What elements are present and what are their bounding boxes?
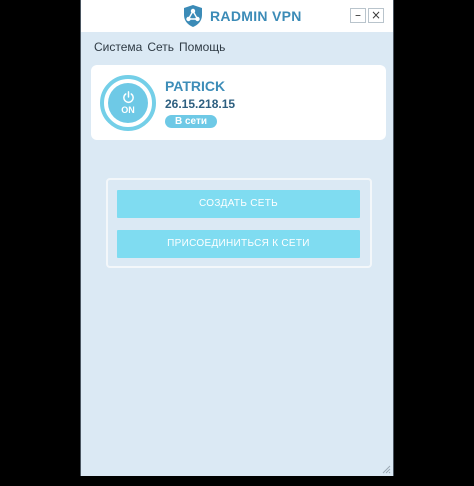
power-button-inner: ON: [108, 83, 148, 123]
join-network-button[interactable]: ПРИСОЕДИНИТЬСЯ К СЕТИ: [117, 230, 360, 258]
menu-item-help[interactable]: Помощь: [179, 40, 225, 54]
close-button[interactable]: ×: [368, 8, 384, 23]
screen: RADMIN VPN – × Система Сеть Помощь ON PA…: [0, 0, 474, 486]
minimize-button[interactable]: –: [350, 8, 366, 23]
network-actions-panel: СОЗДАТЬ СЕТЬ ПРИСОЕДИНИТЬСЯ К СЕТИ: [106, 178, 372, 268]
menu-bar: Система Сеть Помощь: [94, 40, 225, 54]
power-button[interactable]: ON: [100, 75, 156, 131]
menu-item-network[interactable]: Сеть: [147, 40, 174, 54]
user-name: PATRICK: [165, 78, 226, 94]
radmin-vpn-window: RADMIN VPN – × Система Сеть Помощь ON PA…: [80, 0, 394, 476]
status-card: ON PATRICK 26.15.218.15 В сети: [91, 65, 386, 140]
ip-address: 26.15.218.15: [165, 97, 236, 111]
resize-grip-icon[interactable]: [381, 464, 391, 474]
power-state-label: ON: [121, 105, 135, 115]
title-bar[interactable]: RADMIN VPN – ×: [81, 0, 393, 32]
menu-item-system[interactable]: Система: [94, 40, 142, 54]
radmin-shield-icon: [184, 5, 202, 27]
app-logo: RADMIN VPN: [181, 4, 302, 28]
status-badge: В сети: [165, 115, 217, 128]
power-icon: [122, 91, 134, 103]
create-network-button[interactable]: СОЗДАТЬ СЕТЬ: [117, 190, 360, 218]
app-title: RADMIN VPN: [210, 8, 302, 24]
